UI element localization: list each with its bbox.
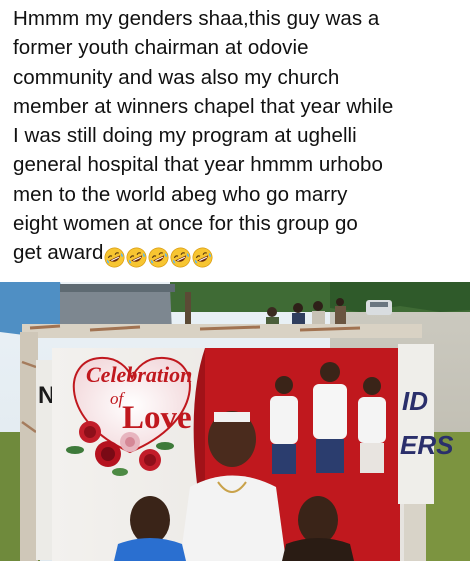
caption-line-2: former youth chairman at odovie [13,36,309,60]
post-caption: Hmmm my genders shaa,this guy was a form… [13,4,463,272]
caption-line-6: general hospital that year hmmm urhobo [13,153,383,177]
banner-title-line1: Celebration [86,362,192,387]
laughing-emoji-icon [171,247,191,268]
laughing-emoji-icon [193,247,213,268]
caption-line-9-text: get award [13,241,104,265]
caption-line-8: eight women at once for this group go [13,212,358,236]
caption-line-5: I was still doing my program at ughelli [13,124,357,148]
caption-line-9: get award [13,238,463,271]
shed-roof [60,284,175,292]
photo-scene: N Celebration of Love ID ERS [0,282,470,561]
emoji-row [104,242,214,271]
caption-line-7: men to the world abeg who go marry [13,182,348,206]
car-window [370,302,388,307]
caption-line-3: community and was also my church [13,65,340,89]
laughing-emoji-icon [127,247,147,268]
banner-frame-top [22,324,422,338]
caption-line-4: member at winners chapel that year while [13,94,394,118]
banner-right-edge-text-2: ERS [400,430,454,460]
laughing-emoji-icon [149,247,169,268]
caption-line-1: Hmmm my genders shaa,this guy was a [13,7,380,30]
post-photo[interactable]: N Celebration of Love ID ERS [0,282,470,561]
banner-right-edge-text-1: ID [402,386,428,416]
banner-title-line3: Love [122,400,192,436]
laughing-emoji-icon [105,247,125,268]
